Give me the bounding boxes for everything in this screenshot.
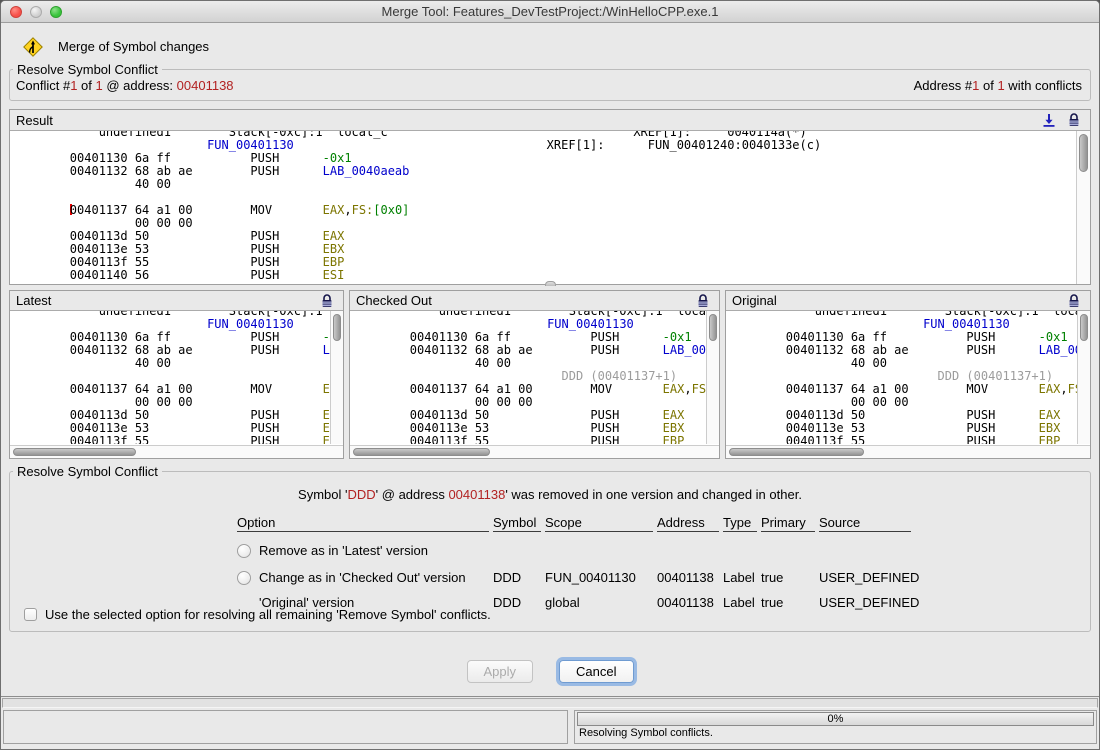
- conflict-summary-row: Conflict #1 of 1 @ address: 00401138 Add…: [10, 77, 1090, 100]
- scrollbar-thumb[interactable]: [13, 448, 136, 456]
- banner-label: Merge of Symbol changes: [58, 39, 209, 54]
- option-label[interactable]: Remove as in 'Latest' version: [259, 543, 428, 558]
- checked-out-panel: Checked Out undefined1 Stack[-: [349, 290, 720, 459]
- cancel-button[interactable]: Cancel: [559, 660, 633, 683]
- scrollbar-thumb[interactable]: [333, 314, 341, 341]
- change-checked-out-radio[interactable]: [237, 571, 251, 585]
- conflict-counter: Conflict #1 of 1 @ address: 00401138: [16, 78, 234, 93]
- conflict-summary-title: Resolve Symbol Conflict: [13, 62, 162, 77]
- merge-banner: Merge of Symbol changes: [1, 23, 1099, 57]
- checked-out-title: Checked Out: [356, 293, 697, 308]
- progress-percent: 0%: [828, 713, 844, 725]
- conflict-summary-group: Resolve Symbol Conflict Conflict #1 of 1…: [9, 62, 1091, 101]
- lock-icon[interactable]: [1068, 294, 1080, 308]
- option-table: Option Symbol Scope Address Type Primary…: [237, 515, 911, 610]
- result-vertical-scrollbar[interactable]: [1076, 131, 1090, 285]
- version-panes: Latest undefined1 Stack[-0xc]:: [9, 290, 1091, 459]
- scrollbar-thumb[interactable]: [1080, 314, 1088, 341]
- merge-tool-window: Merge Tool: Features_DevTestProject:/Win…: [0, 0, 1100, 750]
- col-symbol: Symbol: [493, 515, 541, 532]
- checked-out-horizontal-scrollbar[interactable]: [350, 445, 719, 458]
- resolve-conflict-title: Resolve Symbol Conflict: [13, 464, 162, 479]
- lock-icon[interactable]: [697, 294, 709, 308]
- original-header: Original: [726, 291, 1090, 311]
- latest-vertical-scrollbar[interactable]: [330, 311, 343, 444]
- checked-out-listing[interactable]: undefined1 Stack[-0xc]:1 local_c FUN_004…: [350, 311, 719, 444]
- checked-out-vertical-scrollbar[interactable]: [706, 311, 719, 444]
- merge-sign-icon: [23, 37, 43, 57]
- apply-to-all-row: Use the selected option for resolving al…: [24, 607, 491, 622]
- option-label[interactable]: Change as in 'Checked Out' version: [259, 570, 466, 585]
- col-scope: Scope: [545, 515, 653, 532]
- result-title: Result: [16, 113, 1042, 128]
- status-message-bar: [2, 698, 1098, 708]
- original-horizontal-scrollbar[interactable]: [726, 445, 1090, 458]
- remove-latest-radio[interactable]: [237, 544, 251, 558]
- latest-horizontal-scrollbar[interactable]: [10, 445, 343, 458]
- conflict-prompt: Symbol 'DDD' @ address 00401138' was rem…: [10, 479, 1090, 502]
- window-title: Merge Tool: Features_DevTestProject:/Win…: [1, 4, 1099, 19]
- resolve-conflict-group: Resolve Symbol Conflict Symbol 'DDD' @ a…: [9, 464, 1091, 632]
- scrollbar-thumb[interactable]: [1079, 134, 1088, 172]
- scrollbar-thumb[interactable]: [709, 314, 717, 341]
- titlebar[interactable]: Merge Tool: Features_DevTestProject:/Win…: [1, 1, 1099, 23]
- original-vertical-scrollbar[interactable]: [1077, 311, 1090, 444]
- lock-icon[interactable]: [321, 294, 333, 308]
- status-row: 0% Resolving Symbol conflicts.: [1, 710, 1099, 744]
- lock-icon[interactable]: [1068, 113, 1080, 127]
- latest-title: Latest: [16, 293, 321, 308]
- down-arrow-icon[interactable]: [1042, 113, 1056, 127]
- col-primary: Primary: [761, 515, 815, 532]
- col-type: Type: [723, 515, 757, 532]
- apply-button[interactable]: Apply: [467, 660, 534, 683]
- latest-panel: Latest undefined1 Stack[-0xc]:: [9, 290, 344, 459]
- original-title: Original: [732, 293, 1068, 308]
- scrollbar-thumb[interactable]: [729, 448, 864, 456]
- original-panel: Original undefined1 Stack[-0xc: [725, 290, 1091, 459]
- merge-panels: Result: [9, 109, 1091, 459]
- latest-header: Latest: [10, 291, 343, 311]
- dialog-buttons: Apply Cancel: [1, 660, 1099, 683]
- result-panel: Result: [9, 109, 1091, 285]
- splitter-handle-icon[interactable]: [545, 281, 556, 286]
- col-option: Option: [237, 515, 489, 532]
- progress-caption: Resolving Symbol conflicts.: [577, 726, 1094, 739]
- option-table-header: Option Symbol Scope Address Type Primary…: [237, 515, 911, 532]
- statusbar: 0% Resolving Symbol conflicts.: [1, 696, 1099, 749]
- table-row: Change as in 'Checked Out' version DDD F…: [237, 570, 911, 585]
- apply-to-all-checkbox[interactable]: [24, 608, 37, 621]
- scrollbar-thumb[interactable]: [353, 448, 490, 456]
- address-counter: Address #1 of 1 with conflicts: [914, 78, 1082, 93]
- col-source: Source: [819, 515, 911, 532]
- checked-out-header: Checked Out: [350, 291, 719, 311]
- table-row: Remove as in 'Latest' version: [237, 543, 911, 558]
- original-listing[interactable]: undefined1 Stack[-0xc]:1 local_c FUN_004…: [726, 311, 1090, 444]
- col-address: Address: [657, 515, 719, 532]
- progress-bar: 0%: [577, 712, 1094, 726]
- status-left-panel: [3, 710, 568, 744]
- apply-to-all-label[interactable]: Use the selected option for resolving al…: [45, 607, 491, 622]
- progress-panel: 0% Resolving Symbol conflicts.: [574, 710, 1097, 744]
- result-listing[interactable]: undefined1 Stack[-0xc]:1 local_c XREF[1]…: [10, 131, 1090, 285]
- latest-listing[interactable]: undefined1 Stack[-0xc]:1 local_c FUN_004…: [10, 311, 343, 444]
- result-header: Result: [10, 110, 1090, 131]
